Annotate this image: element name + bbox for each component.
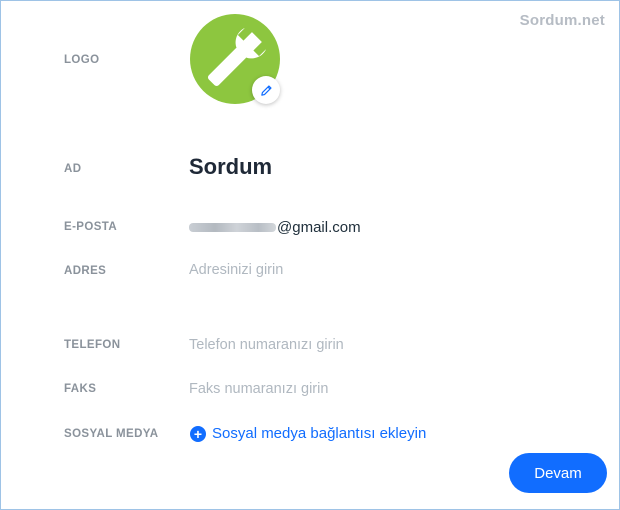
- logo-container[interactable]: [190, 14, 282, 106]
- email-domain: @gmail.com: [277, 219, 361, 236]
- dialog-frame: Sordum.net LOGO AD Sordum E-POSTA @gmail…: [0, 0, 620, 510]
- social-label: SOSYAL MEDYA: [64, 428, 159, 440]
- email-value[interactable]: @gmail.com: [189, 219, 361, 236]
- pencil-icon: [260, 84, 272, 96]
- continue-button[interactable]: Devam: [509, 453, 607, 493]
- email-redacted-part: [189, 223, 276, 232]
- fax-input[interactable]: [189, 381, 489, 397]
- plus-icon: +: [190, 425, 206, 442]
- fax-label: FAKS: [64, 383, 97, 395]
- watermark: Sordum.net: [519, 12, 605, 29]
- add-social-link[interactable]: + Sosyal medya bağlantısı ekleyin: [190, 425, 426, 442]
- phone-input[interactable]: [189, 337, 489, 353]
- name-label: AD: [64, 163, 82, 175]
- name-value[interactable]: Sordum: [189, 154, 272, 180]
- edit-logo-button[interactable]: [252, 76, 280, 104]
- add-social-label: Sosyal medya bağlantısı ekleyin: [212, 425, 427, 442]
- address-input[interactable]: [189, 262, 489, 278]
- address-label: ADRES: [64, 265, 107, 277]
- phone-label: TELEFON: [64, 339, 121, 351]
- logo-label: LOGO: [64, 54, 100, 66]
- email-label: E-POSTA: [64, 221, 118, 233]
